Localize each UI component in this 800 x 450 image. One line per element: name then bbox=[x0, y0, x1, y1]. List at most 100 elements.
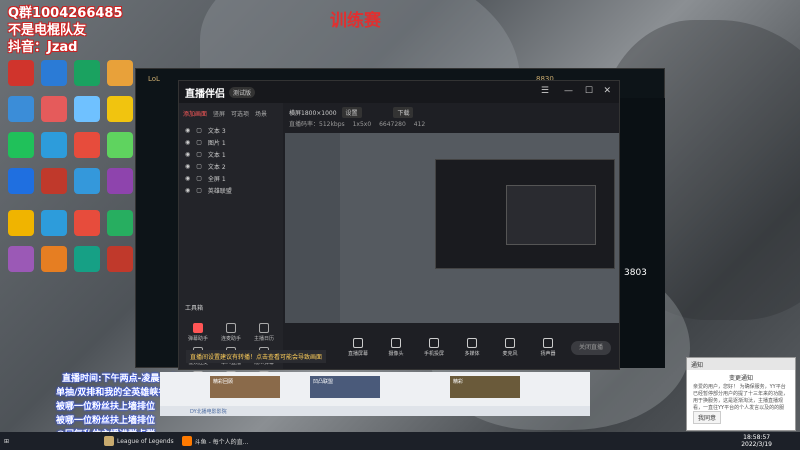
stream-preview[interactable] bbox=[285, 133, 619, 323]
toolbar-label: 直播屏幕 bbox=[347, 350, 368, 357]
desktop-app-icon[interactable] bbox=[107, 210, 133, 236]
tool-label: 连麦助手 bbox=[220, 336, 241, 342]
tool-button[interactable]: 连麦助手 bbox=[216, 323, 246, 342]
recursive-preview-inner bbox=[506, 185, 596, 245]
eye-icon[interactable]: ◉ bbox=[185, 139, 190, 146]
app-logo: 直播伴侣 bbox=[185, 88, 225, 100]
browser-link[interactable]: DY北播电影影院 bbox=[160, 406, 590, 416]
desktop-app-icon[interactable] bbox=[41, 246, 67, 272]
lol-icon bbox=[104, 436, 114, 446]
lol-title: LoL bbox=[148, 75, 160, 83]
desktop-app-icon[interactable] bbox=[8, 60, 34, 86]
bottom-toolbar-button[interactable]: 手机投屏 bbox=[421, 337, 447, 357]
desktop-app-icon[interactable] bbox=[41, 132, 67, 158]
scene-item[interactable]: ◉ ▢ 文本 2 bbox=[179, 160, 283, 172]
desktop-app-icon[interactable] bbox=[107, 96, 133, 122]
desktop-app-icon[interactable] bbox=[74, 168, 100, 194]
toolbar-label: 多媒体 bbox=[464, 350, 480, 357]
eye-icon[interactable]: ◉ bbox=[185, 127, 190, 134]
lock-icon[interactable]: ▢ bbox=[196, 127, 202, 134]
bottom-toolbar-button[interactable]: 直播屏幕 bbox=[345, 337, 371, 357]
scene-label: 文本 2 bbox=[207, 163, 226, 171]
desktop-app-icon[interactable] bbox=[107, 132, 133, 158]
desktop-app-icon[interactable] bbox=[107, 168, 133, 194]
bottom-toolbar-button[interactable]: 多媒体 bbox=[459, 337, 485, 357]
desktop-app-icon[interactable] bbox=[8, 246, 34, 272]
thumb-1[interactable]: 精彩回顾 bbox=[210, 376, 280, 398]
eye-icon[interactable]: ◉ bbox=[185, 163, 190, 170]
thumb-3[interactable]: 精彩 bbox=[450, 376, 520, 398]
tool-button[interactable]: 弹幕助手 bbox=[183, 323, 213, 342]
scene-label: 文本 1 bbox=[207, 151, 226, 159]
tool-icon bbox=[259, 323, 269, 333]
close-icon[interactable]: ✕ bbox=[603, 86, 611, 96]
desktop-app-icon[interactable] bbox=[107, 246, 133, 272]
lock-icon[interactable]: ▢ bbox=[196, 151, 202, 158]
bottom-toolbar-button[interactable]: 摄像头 bbox=[383, 337, 409, 357]
toolbar-icon bbox=[543, 337, 553, 348]
eye-icon[interactable]: ◉ bbox=[185, 187, 190, 194]
settings-button[interactable]: 设置 bbox=[341, 107, 362, 118]
app-version-badge: 测试版 bbox=[229, 86, 256, 98]
eye-icon[interactable]: ◉ bbox=[185, 175, 190, 182]
thumb-2[interactable]: 凹凸联盟 bbox=[310, 376, 380, 398]
taskbar-spacer bbox=[20, 432, 100, 450]
lock-icon[interactable]: ▢ bbox=[196, 139, 202, 146]
scene-item[interactable]: ◉ ▢ 英雄联盟 bbox=[179, 184, 283, 196]
chat-line: 单抽/双排和我的全英雄峡谷可 bbox=[56, 388, 177, 398]
lock-icon[interactable]: ▢ bbox=[196, 163, 202, 170]
desktop-app-icon[interactable] bbox=[74, 96, 100, 122]
sidebar-tab[interactable]: 添加画面 bbox=[183, 109, 207, 118]
toolbar-label: 扬声器 bbox=[540, 350, 556, 357]
bottom-toolbar-button[interactable]: 麦克风 bbox=[497, 337, 523, 357]
desktop-app-icon[interactable] bbox=[8, 132, 34, 158]
stream-companion-window[interactable]: 直播伴侣 测试版 ☰ — ☐ ✕ 添加画面 竖屏 可选项 场景 ◉ ▢ 文本 3 ◉ ▢ 图片 … bbox=[178, 80, 620, 390]
taskbar-clock[interactable]: 18:58:57 2022/3/19 bbox=[741, 434, 772, 448]
minimize-icon[interactable]: — bbox=[564, 86, 573, 96]
sidebar-tab[interactable]: 竖屏 bbox=[213, 109, 225, 118]
desktop-app-icon[interactable] bbox=[8, 210, 34, 236]
desktop-app-icon[interactable] bbox=[8, 168, 34, 194]
desktop-app-icon[interactable] bbox=[107, 60, 133, 86]
scene-label: 英雄联盟 bbox=[207, 187, 232, 195]
lock-icon[interactable]: ▢ bbox=[196, 187, 202, 194]
desktop-app-icon[interactable] bbox=[41, 210, 67, 236]
start-icon[interactable]: ⊞ bbox=[0, 432, 20, 450]
desktop-app-icon[interactable] bbox=[74, 246, 100, 272]
notification-title: 变更通知 bbox=[728, 375, 753, 382]
desktop-app-icon[interactable] bbox=[41, 60, 67, 86]
scene-item[interactable]: ◉ ▢ 文本 3 bbox=[179, 124, 283, 136]
notification-agree-button[interactable]: 我同意 bbox=[693, 411, 722, 424]
notification-popup[interactable]: 通知 变更通知 亲爱的用户，您好！ 为确保服务，YY平台已经暂停部分用户的提了十… bbox=[686, 357, 796, 431]
taskbar-item-lol[interactable]: League of Legends bbox=[100, 432, 178, 450]
desktop-app-icon[interactable] bbox=[74, 60, 100, 86]
desktop-app-icon[interactable] bbox=[41, 168, 67, 194]
sidebar-tab[interactable]: 可选项 bbox=[231, 109, 249, 118]
tool-label: 弹幕助手 bbox=[187, 336, 208, 342]
browser-strip: 精彩回顾 凹凸联盟 精彩 bbox=[160, 372, 590, 406]
desktop-app-icon[interactable] bbox=[8, 96, 34, 122]
app-titlebar[interactable]: 直播伴侣 测试版 ☰ — ☐ ✕ bbox=[179, 81, 619, 103]
sidebar-tab[interactable]: 场景 bbox=[255, 109, 267, 118]
toolbar-label: 摄像头 bbox=[388, 350, 404, 357]
scene-item[interactable]: ◉ ▢ 图片 1 bbox=[179, 136, 283, 148]
tool-button[interactable]: 主播日历 bbox=[249, 323, 279, 342]
tool-icon bbox=[193, 323, 203, 333]
menu-icon[interactable]: ☰ bbox=[541, 86, 549, 96]
maximize-icon[interactable]: ☐ bbox=[585, 86, 593, 96]
taskbar-item-douyu[interactable]: 斗鱼 - 每个人的直... bbox=[178, 432, 253, 450]
lol-side-panel: 3803 bbox=[620, 98, 665, 368]
desktop-app-icon[interactable] bbox=[41, 96, 67, 122]
eye-icon[interactable]: ◉ bbox=[185, 151, 190, 158]
resolution-label: 横屏1800×1000 bbox=[289, 110, 337, 117]
go-live-button[interactable]: 关闭直播 bbox=[571, 341, 611, 355]
douyu-icon bbox=[181, 436, 192, 446]
fps-label: 1x5x0 bbox=[352, 121, 372, 128]
lock-icon[interactable]: ▢ bbox=[196, 175, 202, 182]
export-button[interactable]: 下载 bbox=[393, 107, 414, 118]
desktop-app-icon[interactable] bbox=[74, 210, 100, 236]
desktop-app-icon[interactable] bbox=[74, 132, 100, 158]
scene-item[interactable]: ◉ ▢ 全屏 1 bbox=[179, 172, 283, 184]
scene-item[interactable]: ◉ ▢ 文本 1 bbox=[179, 148, 283, 160]
bottom-toolbar-button[interactable]: 扬声器 bbox=[535, 337, 561, 357]
